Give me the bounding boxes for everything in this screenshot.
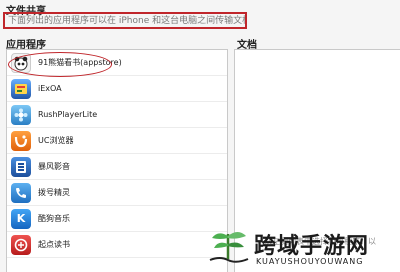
app-label: iExOA [38,84,62,93]
kugou-icon: K [11,208,31,229]
watermark-title: 跨域手游网 [254,234,370,259]
app-row-uc-browser[interactable]: UC浏览器 [7,128,227,154]
app-row-iexoa[interactable]: iExOA [7,76,227,102]
app-label: UC浏览器 [38,136,74,145]
dialer-icon [11,182,31,203]
app-label: 酷狗音乐 [38,214,70,223]
rushplayer-icon [11,104,31,125]
app-label: 91熊猫看书(appstore) [38,58,122,67]
watermark-logo-icon [209,232,249,263]
app-row-qidian[interactable]: 起点读书 [7,232,227,258]
panda-reader-icon [11,52,31,73]
app-row-kugou[interactable]: K 酷狗音乐 [7,206,227,232]
app-label: RushPlayerLite [38,110,98,119]
qidian-icon [11,234,31,255]
app-row-dialer[interactable]: 拨号精灵 [7,180,227,206]
app-label: 暴风影音 [38,162,70,171]
app-label: 起点读书 [38,240,70,249]
app-label: 拨号精灵 [38,188,70,197]
baofeng-icon [11,156,31,177]
watermark: 跨域手游网 KUAYUSHOUYOUWANG [204,224,400,272]
apps-list: 91熊猫看书(appstore) iExOA RushPlayerLite UC… [6,49,228,272]
watermark-subtitle: KUAYUSHOUYOUWANG [256,257,364,266]
iexoa-icon [11,78,31,99]
app-row-rushplayer[interactable]: RushPlayerLite [7,102,227,128]
uc-browser-icon [11,130,31,151]
app-row-91panda[interactable]: 91熊猫看书(appstore) [7,50,227,77]
file-sharing-description: 下面列出的应用程序可以在 iPhone 和这台电脑之间传输文档。 [3,12,247,29]
app-row-baofeng[interactable]: 暴风影音 [7,154,227,180]
